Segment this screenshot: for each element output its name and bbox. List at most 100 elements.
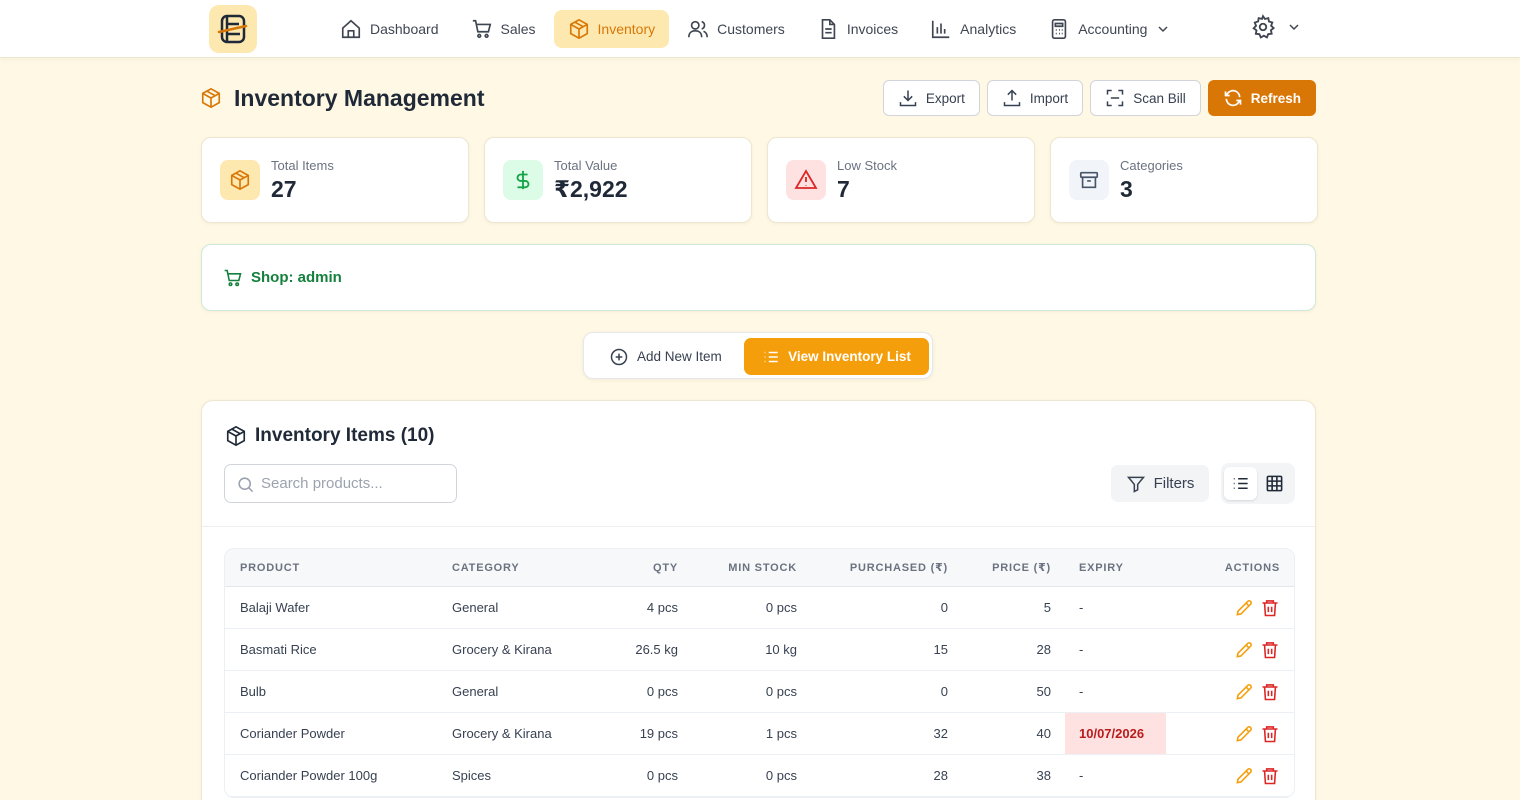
cell-price: 5 [1043,600,1051,615]
cart-icon [224,269,242,286]
column-header-price[interactable]: PRICE (₹) [992,549,1051,587]
chevron-down-icon [1289,24,1299,31]
edit-icon[interactable] [1234,640,1254,660]
stat-card-categories: Categories 3 [1050,137,1318,223]
table-body: Balaji Wafer General 4 pcs 0 pcs 0 5- Basmati … [225,587,1294,797]
stat-value: 27 [271,176,297,202]
column-header-category[interactable]: CATEGORY [452,549,520,587]
table-row[interactable]: Bulb General 0 pcs 0 pcs 0 50 - [225,671,1294,713]
table-row[interactable]: Coriander Powder Grocery & Kirana 19 pcs 1 … [225,713,1294,755]
column-header-product[interactable]: PRODUCT [240,549,300,587]
refresh-button[interactable]: Refresh [1207,80,1316,116]
delete-icon[interactable] [1260,682,1280,702]
column-header-qty[interactable]: QTY [653,549,678,587]
import-label: Import [1029,90,1069,106]
download-icon [899,90,917,107]
list-view-button[interactable] [1224,467,1257,500]
scan-bill-button[interactable]: Scan Bill [1090,80,1201,116]
settings-menu[interactable] [1250,14,1302,40]
column-header-expiry[interactable]: EXPIRY [1079,549,1124,587]
edit-icon[interactable] [1234,766,1254,786]
cell-category: Grocery & Kirana [452,726,552,741]
stat-value: 7 [837,176,850,202]
page-actions: Export Import Scan Bill Refresh [876,80,1316,116]
page-title: Inventory Management [200,82,485,114]
cell-min-stock: 0 pcs [765,768,797,783]
home-icon [341,19,361,39]
grid-view-button[interactable] [1258,467,1291,500]
logo-icon [217,14,248,44]
cell-purchased: 15 [933,642,948,657]
cell-product: Basmati Rice [240,642,317,657]
stat-label: Categories [1120,158,1183,173]
column-header-purchased[interactable]: PURCHASED (₹) [850,549,948,587]
package-icon [226,425,246,447]
archive-icon [1079,171,1099,189]
view-inventory-list-button[interactable]: View Inventory List [744,338,929,375]
delete-icon[interactable] [1260,640,1280,660]
inventory-title-text: Inventory Items (10) [255,425,435,446]
scan-icon [1106,89,1124,107]
nav-accounting[interactable]: Accounting [1034,10,1185,48]
cell-min-stock: 0 pcs [765,684,797,699]
cell-purchased: 32 [933,726,948,741]
column-header-min-stock[interactable]: MIN STOCK [728,549,797,587]
shop-label: Shop: admin [251,269,342,286]
edit-icon[interactable] [1234,724,1254,744]
cell-product: Balaji Wafer [240,600,310,615]
file-icon [821,19,836,39]
add-new-item-button[interactable]: Add New Item [609,338,722,375]
table-row[interactable]: Basmati Rice Grocery & Kirana 26.5 kg 10 kg… [225,629,1294,671]
column-header-actions: ACTIONS [1224,562,1280,574]
view-inventory-list-label: View Inventory List [788,349,911,364]
add-new-item-label: Add New Item [637,349,722,364]
stat-value: ₹2,922 [554,176,628,202]
app-logo[interactable] [209,5,257,53]
nav-dashboard[interactable]: Dashboard [326,10,453,48]
nav-analytics-label: Analytics [960,21,1017,37]
cell-min-stock: 10 kg [765,642,797,657]
stat-label: Total Value [554,158,618,173]
alert-triangle-icon [794,169,818,189]
nav-sales-label: Sales [500,21,536,37]
filters-label: Filters [1153,475,1195,492]
view-switcher [1221,463,1295,504]
stat-label: Low Stock [837,158,897,173]
table-row[interactable]: Coriander Powder 100g Spices 0 pcs 0 pcs 28 3… [225,755,1294,797]
package-icon [569,18,588,40]
cell-purchased: 0 [940,684,948,699]
shop-banner: Shop: admin [201,244,1316,311]
cell-product: Bulb [240,684,267,699]
cell-expiry: - [1079,600,1084,615]
cart-icon [472,19,491,39]
delete-icon[interactable] [1260,766,1280,786]
delete-icon[interactable] [1260,598,1280,618]
delete-icon[interactable] [1260,724,1280,744]
edit-icon[interactable] [1234,598,1254,618]
cell-price: 28 [1036,642,1051,657]
search-input[interactable] [261,465,451,502]
gear-icon [1252,14,1276,39]
edit-icon[interactable] [1234,682,1254,702]
grid-icon [1266,475,1283,492]
list-icon [764,351,778,362]
export-button[interactable]: Export [882,80,980,116]
refresh-label: Refresh [1250,90,1301,106]
import-button[interactable]: Import [986,80,1084,116]
nav-customers[interactable]: Customers [673,10,799,48]
stat-label: Total Items [271,158,334,173]
refresh-icon [1224,89,1242,107]
stat-card-total-value: Total Value ₹2,922 [484,137,752,223]
nav-sales[interactable]: Sales [457,10,550,48]
nav-analytics[interactable]: Analytics [916,10,1030,48]
list-icon [1233,477,1248,490]
nav-inventory[interactable]: Inventory [553,10,670,48]
nav-inventory-label: Inventory [597,21,656,37]
chevron-down-icon [1158,26,1169,33]
filters-button[interactable]: Filters [1111,465,1209,502]
stat-card-total-items: Total Items 27 [201,137,469,223]
table-row[interactable]: Balaji Wafer General 4 pcs 0 pcs 0 5 - [225,587,1294,629]
nav-invoices[interactable]: Invoices [803,10,912,48]
stat-icon-box [786,160,826,200]
nav-dashboard-label: Dashboard [370,21,439,37]
